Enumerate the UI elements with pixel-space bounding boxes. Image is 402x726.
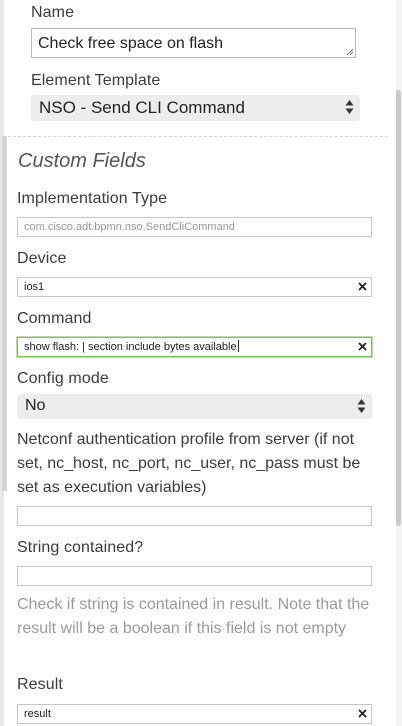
section-divider bbox=[8, 136, 388, 137]
resize-grip-icon[interactable] bbox=[346, 48, 353, 55]
device-input[interactable]: ios1 bbox=[17, 277, 372, 297]
up-down-arrows-icon bbox=[357, 399, 366, 413]
implementation-type-label: Implementation Type bbox=[17, 190, 168, 207]
close-icon[interactable] bbox=[358, 342, 367, 351]
close-icon[interactable] bbox=[358, 282, 367, 291]
command-value: show flash: | section include bytes avai… bbox=[24, 341, 237, 353]
string-contained-help: Check if string is contained in result. … bbox=[17, 596, 370, 637]
text-caret bbox=[237, 340, 239, 352]
custom-fields-heading: Custom Fields bbox=[18, 150, 146, 172]
netconf-profile-label: Netconf authentication profile from serv… bbox=[17, 431, 361, 496]
element-template-label: Element Template bbox=[31, 72, 161, 89]
name-label: Name bbox=[31, 4, 75, 21]
element-template-select[interactable]: NSO - Send CLI Command bbox=[31, 95, 360, 121]
implementation-type-input[interactable]: com.cisco.adt.bpmn.nso.SendCliCommand bbox=[17, 217, 372, 237]
name-value: Check free space on flash bbox=[38, 35, 223, 52]
properties-panel: Name Check free space on flash Element T… bbox=[0, 0, 402, 726]
device-label: Device bbox=[17, 250, 67, 267]
panel-left-edge-indicator bbox=[2, 136, 7, 491]
device-value: ios1 bbox=[24, 281, 45, 293]
result-value: result bbox=[24, 708, 51, 720]
close-icon[interactable] bbox=[358, 709, 367, 718]
implementation-type-value: com.cisco.adt.bpmn.nso.SendCliCommand bbox=[24, 221, 235, 233]
element-template-value: NSO - Send CLI Command bbox=[39, 98, 245, 117]
config-mode-label: Config mode bbox=[17, 370, 109, 387]
up-down-arrows-icon bbox=[345, 100, 354, 114]
name-textarea[interactable]: Check free space on flash bbox=[31, 28, 356, 58]
command-input[interactable]: show flash: | section include bytes avai… bbox=[17, 337, 372, 357]
config-mode-value: No bbox=[25, 397, 46, 414]
string-contained-input[interactable] bbox=[17, 566, 372, 586]
result-label: Result bbox=[17, 676, 63, 693]
result-input[interactable]: result bbox=[17, 704, 372, 724]
string-contained-label: String contained? bbox=[17, 539, 144, 556]
command-label: Command bbox=[17, 310, 92, 327]
netconf-profile-input[interactable] bbox=[17, 506, 372, 526]
scrollbar-track[interactable] bbox=[396, 0, 402, 726]
scrollbar-thumb[interactable] bbox=[396, 90, 401, 526]
config-mode-select[interactable]: No bbox=[17, 394, 372, 419]
